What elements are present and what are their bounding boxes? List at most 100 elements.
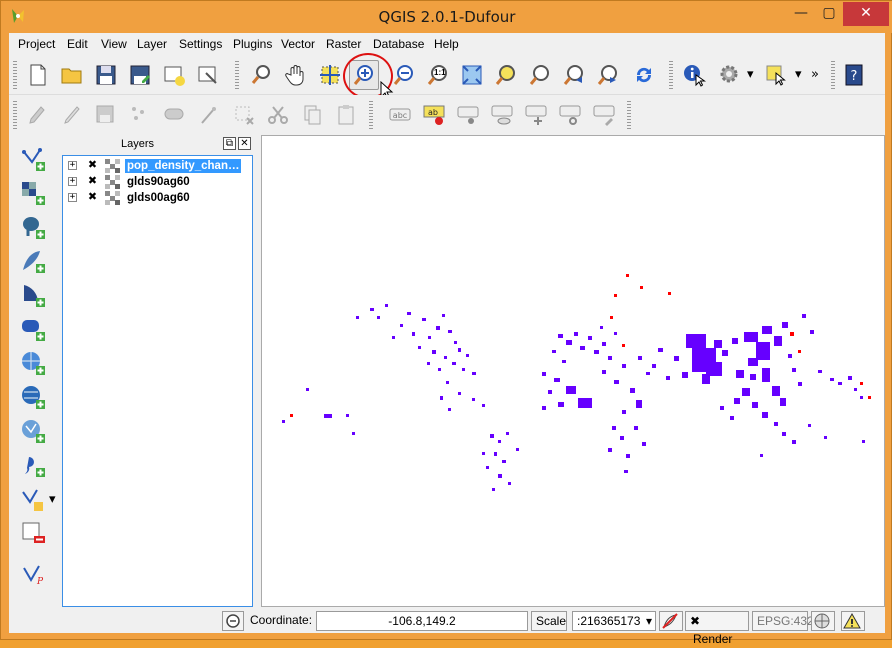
- add-vector-layer-button[interactable]: [19, 145, 47, 173]
- chevron-down-icon[interactable]: ▾: [49, 492, 56, 507]
- toolbar-grip[interactable]: [369, 101, 373, 129]
- toolbar-grip[interactable]: [13, 101, 17, 129]
- composer-manager-button[interactable]: [193, 60, 223, 90]
- coordinate-field[interactable]: -106.8,149.2: [316, 611, 528, 631]
- stop-render-button[interactable]: [659, 611, 683, 631]
- current-edits-button[interactable]: [23, 100, 53, 130]
- menu-layer[interactable]: Layer: [137, 37, 167, 51]
- layer-item[interactable]: + ✖ pop_density_chan…: [63, 158, 252, 174]
- add-wcs-layer-button[interactable]: [19, 383, 47, 411]
- add-wfs-layer-button[interactable]: [19, 417, 47, 445]
- zoom-level-label: 1:1: [434, 68, 446, 77]
- layer-visibility-checkbox[interactable]: ✖: [87, 191, 98, 203]
- pan-to-selection-button[interactable]: [315, 60, 345, 90]
- move-label-button[interactable]: [521, 100, 551, 130]
- menu-project[interactable]: Project: [18, 37, 55, 51]
- float-panel-button[interactable]: ⧉: [223, 137, 236, 150]
- menu-edit[interactable]: Edit: [67, 37, 88, 51]
- toolbar-grip[interactable]: [627, 101, 631, 129]
- move-feature-button[interactable]: [159, 100, 189, 130]
- show-hide-labels-button[interactable]: [487, 100, 517, 130]
- copy-features-button[interactable]: [297, 100, 327, 130]
- toolbar-grip[interactable]: [13, 61, 17, 89]
- close-panel-button[interactable]: ✕: [238, 137, 251, 150]
- render-checkbox[interactable]: ✖: [690, 614, 700, 628]
- layer-visibility-checkbox[interactable]: ✖: [87, 159, 98, 171]
- toolbar-grip[interactable]: [831, 61, 835, 89]
- map-canvas[interactable]: [261, 135, 885, 607]
- remove-layer-button[interactable]: [19, 519, 47, 547]
- maximize-button[interactable]: ▢: [815, 2, 843, 26]
- add-feature-button[interactable]: [125, 100, 155, 130]
- new-shapefile-layer-button[interactable]: [19, 485, 47, 513]
- toolbar-grip[interactable]: [235, 61, 239, 89]
- zoom-full-button[interactable]: [457, 60, 487, 90]
- layer-item[interactable]: + ✖ glds00ag60: [63, 190, 252, 206]
- chevron-down-icon[interactable]: ▾: [795, 67, 802, 82]
- gear-icon: [720, 65, 738, 83]
- toggle-editing-button[interactable]: [57, 100, 87, 130]
- zoom-out-button[interactable]: [389, 60, 419, 90]
- add-virtual-layer-button[interactable]: P: [19, 561, 47, 589]
- zoom-to-layer-button[interactable]: [525, 60, 555, 90]
- layer-item[interactable]: + ✖ glds90ag60: [63, 174, 252, 190]
- menu-vector[interactable]: Vector: [281, 37, 315, 51]
- pan-map-button[interactable]: [281, 60, 311, 90]
- chevron-down-icon[interactable]: ▾: [646, 612, 652, 630]
- label-diagram-button[interactable]: ab: [419, 100, 449, 130]
- menu-plugins[interactable]: Plugins: [233, 37, 272, 51]
- save-layer-edits-button[interactable]: [91, 100, 121, 130]
- add-postgis-layer-button[interactable]: [19, 213, 47, 241]
- menu-raster[interactable]: Raster: [326, 37, 361, 51]
- node-tool-button[interactable]: [195, 100, 225, 130]
- select-features-button[interactable]: [761, 60, 791, 90]
- zoom-last-button[interactable]: [559, 60, 589, 90]
- close-button[interactable]: ✕: [843, 2, 889, 26]
- warnings-button[interactable]: [841, 611, 865, 631]
- layer-visibility-checkbox[interactable]: ✖: [87, 175, 98, 187]
- add-mssql-layer-button[interactable]: [19, 281, 47, 309]
- add-wms-layer-button[interactable]: [19, 349, 47, 377]
- touch-zoom-button[interactable]: [247, 60, 277, 90]
- toolbar-overflow-button[interactable]: »: [811, 67, 819, 82]
- zoom-next-button[interactable]: [593, 60, 623, 90]
- layer-tree[interactable]: + ✖ pop_density_chan… + ✖ glds90ag60 + ✖…: [62, 155, 253, 607]
- delete-selected-button[interactable]: [229, 100, 259, 130]
- cut-features-button[interactable]: [263, 100, 293, 130]
- add-oracle-layer-button[interactable]: [19, 315, 47, 343]
- expand-icon[interactable]: +: [68, 193, 77, 202]
- identify-features-button[interactable]: [679, 60, 709, 90]
- new-project-button[interactable]: [23, 60, 53, 90]
- render-toggle[interactable]: ✖ Render: [685, 611, 749, 646]
- change-label-button[interactable]: [589, 100, 619, 130]
- save-project-button[interactable]: [91, 60, 121, 90]
- run-action-button[interactable]: [715, 60, 745, 90]
- open-project-button[interactable]: [57, 60, 87, 90]
- rotate-label-button[interactable]: [555, 100, 585, 130]
- menu-settings[interactable]: Settings: [179, 37, 222, 51]
- zoom-to-selection-button[interactable]: [491, 60, 521, 90]
- layer-labeling-button[interactable]: abc: [385, 100, 415, 130]
- messages-button[interactable]: [222, 611, 244, 631]
- menu-database[interactable]: Database: [373, 37, 424, 51]
- help-button[interactable]: ?: [839, 60, 869, 90]
- add-spatialite-layer-button[interactable]: [19, 247, 47, 275]
- expand-icon[interactable]: +: [68, 177, 77, 186]
- zoom-actual-size-button[interactable]: 1:1: [423, 60, 453, 90]
- projection-button[interactable]: [811, 611, 835, 631]
- crs-status-button[interactable]: EPSG:4326: [752, 611, 820, 631]
- save-as-button[interactable]: [125, 60, 155, 90]
- new-print-composer-button[interactable]: [159, 60, 189, 90]
- add-delimited-text-layer-button[interactable]: [19, 451, 47, 479]
- menu-help[interactable]: Help: [434, 37, 459, 51]
- menu-view[interactable]: View: [101, 37, 127, 51]
- expand-icon[interactable]: +: [68, 161, 77, 170]
- paste-features-button[interactable]: [331, 100, 361, 130]
- toolbar-grip[interactable]: [669, 61, 673, 89]
- scale-combobox[interactable]: :216365173 ▾: [572, 611, 656, 631]
- chevron-down-icon[interactable]: ▾: [747, 67, 754, 82]
- add-raster-layer-button[interactable]: [19, 179, 47, 207]
- refresh-button[interactable]: [629, 60, 659, 90]
- pin-labels-button[interactable]: [453, 100, 483, 130]
- minimize-button[interactable]: —: [787, 2, 815, 26]
